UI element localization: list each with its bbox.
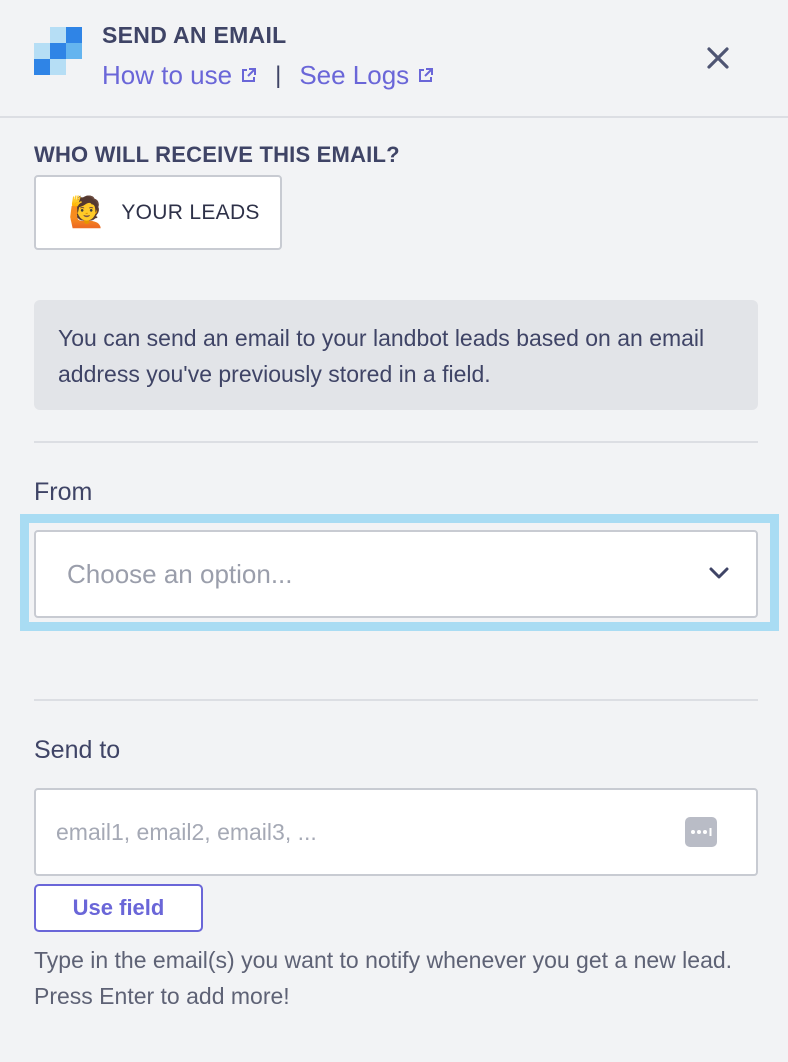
send-to-input[interactable] <box>56 790 656 874</box>
your-leads-label: YOUR LEADS <box>121 200 260 224</box>
send-to-field <box>34 788 758 876</box>
raising-hand-icon: 🙋 <box>68 195 106 229</box>
link-separator: | <box>275 61 282 89</box>
recipients-heading: WHO WILL RECEIVE THIS EMAIL? <box>34 142 400 167</box>
from-label: From <box>34 478 93 506</box>
your-leads-button[interactable]: 🙋 YOUR LEADS <box>34 175 282 250</box>
divider <box>34 441 758 443</box>
info-box: You can send an email to your landbot le… <box>34 300 758 410</box>
more-dots-icon <box>691 828 712 836</box>
close-icon <box>707 47 729 69</box>
use-field-button[interactable]: Use field <box>34 884 203 932</box>
how-to-use-link[interactable]: How to use <box>102 60 257 91</box>
external-link-icon <box>417 67 434 84</box>
from-select-placeholder: Choose an option... <box>67 558 293 589</box>
landbot-logo <box>34 27 82 75</box>
chevron-down-icon <box>709 567 729 579</box>
from-select[interactable]: Choose an option... <box>34 530 758 618</box>
see-logs-label: See Logs <box>299 60 410 90</box>
header-links: How to use | See Logs <box>102 60 434 91</box>
divider <box>34 699 758 701</box>
close-button[interactable] <box>702 42 734 74</box>
panel-header: SEND AN EMAIL How to use | See Logs <box>0 0 788 118</box>
panel-title: SEND AN EMAIL <box>102 22 287 48</box>
see-logs-link[interactable]: See Logs <box>299 60 434 91</box>
send-to-helper-text: Type in the email(s) you want to notify … <box>34 947 733 1009</box>
how-to-use-label: How to use <box>102 60 233 90</box>
variables-button[interactable] <box>685 817 717 847</box>
info-text: You can send an email to your landbot le… <box>58 325 705 387</box>
external-link-icon <box>240 67 257 84</box>
send-to-label: Send to <box>34 736 121 764</box>
